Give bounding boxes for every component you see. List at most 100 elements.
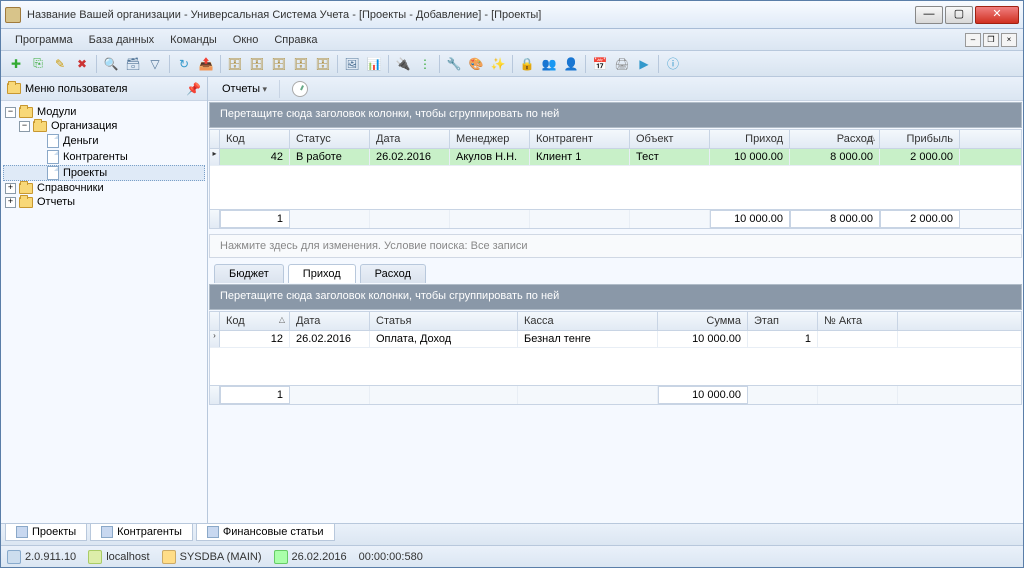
menubar: Программа База данных Команды Окно Справ… (1, 29, 1023, 51)
tool-users[interactable]: 👥 (539, 54, 559, 74)
menu-window[interactable]: Окно (225, 32, 267, 48)
tool-db5[interactable]: 🗄 (313, 54, 333, 74)
tree-reports[interactable]: + Отчеты (3, 195, 205, 209)
expand-icon[interactable]: + (5, 197, 16, 208)
status-user: SYSDBA (MAIN) (180, 551, 262, 563)
row-indicator: ▸ (210, 149, 220, 165)
tool-refresh[interactable]: ↻ (174, 54, 194, 74)
close-button[interactable]: ✕ (975, 6, 1019, 24)
col-object[interactable]: Объект (630, 130, 710, 148)
doc-tab-contractors[interactable]: Контрагенты (90, 524, 193, 541)
tree-organization[interactable]: − Организация (3, 119, 205, 133)
tree-projects[interactable]: Проекты (3, 165, 205, 181)
col-expense[interactable]: Расход△ (790, 130, 880, 148)
grid-body-scroll[interactable]: ▸ 42 В работе 26.02.2016 Акулов Н.Н. Кли… (210, 149, 1021, 209)
tool-info[interactable]: ⓘ (663, 54, 683, 74)
tab-expense[interactable]: Расход (360, 264, 426, 283)
detail-tabs: Бюджет Приход Расход (208, 258, 1023, 283)
dcol-kassa[interactable]: Касса (518, 312, 658, 330)
group-by-hint-lower[interactable]: Перетащите сюда заголовок колонки, чтобы… (209, 284, 1022, 310)
tool-export1[interactable]: 📤 (196, 54, 216, 74)
dcol-sum[interactable]: Сумма (658, 312, 748, 330)
tab-income[interactable]: Приход (288, 264, 356, 283)
dcol-date[interactable]: Дата (290, 312, 370, 330)
maximize-button[interactable]: ▢ (945, 6, 973, 24)
expand-icon[interactable]: + (5, 183, 16, 194)
doc-tab-projects[interactable]: Проекты (5, 524, 87, 541)
tool-play[interactable]: ▶ (634, 54, 654, 74)
tool-filter-db[interactable]: 🗃 (123, 54, 143, 74)
col-date[interactable]: Дата (370, 130, 450, 148)
tool-chart[interactable]: 📊 (364, 54, 384, 74)
dcol-kod[interactable]: Код△ (220, 312, 290, 330)
col-status[interactable]: Статус (290, 130, 370, 148)
menu-commands[interactable]: Команды (162, 32, 225, 48)
pin-icon[interactable]: 📌 (186, 82, 201, 96)
tool-palette[interactable]: 🎨 (466, 54, 486, 74)
detail-grid: Код△ Дата Статья Касса Сумма Этап № Акта… (209, 311, 1022, 405)
folder-open-icon (33, 121, 47, 132)
tool-calendar[interactable]: 📅 (590, 54, 610, 74)
tool-tree[interactable]: ⋮ (415, 54, 435, 74)
tool-wand[interactable]: ✨ (488, 54, 508, 74)
tool-edit[interactable]: ✎ (50, 54, 70, 74)
col-income[interactable]: Приход (710, 130, 790, 148)
reports-bar: Отчеты (208, 77, 1023, 101)
tool-db1[interactable]: 🗄 (225, 54, 245, 74)
server-icon (88, 550, 102, 564)
tree-contractors[interactable]: Контрагенты (3, 149, 205, 165)
mdi-restore[interactable]: ❐ (983, 33, 999, 47)
collapse-icon[interactable]: − (19, 121, 30, 132)
nav-tree: − Модули − Организация Деньги (1, 101, 207, 213)
tree-money[interactable]: Деньги (3, 133, 205, 149)
tool-add[interactable]: ✚ (6, 54, 26, 74)
tab-budget[interactable]: Бюджет (214, 264, 284, 283)
tool-delete[interactable]: ✖ (72, 54, 92, 74)
tool-image[interactable]: 🖼 (342, 54, 362, 74)
tool-funnel[interactable]: ▽ (145, 54, 165, 74)
mdi-close[interactable]: × (1001, 33, 1017, 47)
collapse-icon[interactable]: − (5, 107, 16, 118)
col-profit[interactable]: Прибыль (880, 130, 960, 148)
tool-print[interactable]: 🖨 (612, 54, 632, 74)
detail-grid-scroll[interactable]: › 12 26.02.2016 Оплата, Доход Безнал тен… (210, 331, 1021, 385)
dcol-stage[interactable]: Этап (748, 312, 818, 330)
statusbar: 2.0.911.10 localhost SYSDBA (MAIN) 26.02… (1, 545, 1023, 567)
reports-dropdown[interactable]: Отчеты (214, 81, 275, 97)
mdi-minimize[interactable]: – (965, 33, 981, 47)
dcol-article[interactable]: Статья (370, 312, 518, 330)
menu-help[interactable]: Справка (266, 32, 325, 48)
filter-condition[interactable]: Нажмите здесь для изменения. Условие пои… (209, 234, 1022, 258)
tool-lock[interactable]: 🔒 (517, 54, 537, 74)
col-manager[interactable]: Менеджер (450, 130, 530, 148)
tool-user[interactable]: 👤 (561, 54, 581, 74)
table-row[interactable]: › 12 26.02.2016 Оплата, Доход Безнал тен… (210, 331, 1021, 348)
tool-db3[interactable]: 🗄 (269, 54, 289, 74)
tree-modules[interactable]: − Модули (3, 105, 205, 119)
status-version: 2.0.911.10 (25, 551, 76, 563)
minimize-button[interactable]: — (915, 6, 943, 24)
page-icon (47, 134, 59, 148)
table-row[interactable]: ▸ 42 В работе 26.02.2016 Акулов Н.Н. Кли… (210, 149, 1021, 166)
tree-refs[interactable]: + Справочники (3, 181, 205, 195)
menu-database[interactable]: База данных (81, 32, 163, 48)
col-kod[interactable]: Код (220, 130, 290, 148)
tool-wrench[interactable]: 🔧 (444, 54, 464, 74)
sort-asc-icon: △ (279, 315, 285, 324)
doc-tab-finance[interactable]: Финансовые статьи (196, 524, 335, 541)
tool-search[interactable]: 🔍 (101, 54, 121, 74)
tool-copy[interactable]: ⎘ (28, 54, 48, 74)
menu-program[interactable]: Программа (7, 32, 81, 48)
tool-plugin[interactable]: 🔌 (393, 54, 413, 74)
window-title: Название Вашей организации - Универсальн… (27, 9, 915, 21)
status-host: localhost (106, 551, 149, 563)
calendar-icon (274, 550, 288, 564)
grid-footer: 1 10 000.00 8 000.00 2 000.00 (210, 209, 1021, 228)
tool-db2[interactable]: 🗄 (247, 54, 267, 74)
dcol-act[interactable]: № Акта (818, 312, 898, 330)
clock-icon[interactable] (292, 81, 308, 97)
group-by-hint[interactable]: Перетащите сюда заголовок колонки, чтобы… (209, 102, 1022, 128)
col-contractor[interactable]: Контрагент (530, 130, 630, 148)
tool-db4[interactable]: 🗄 (291, 54, 311, 74)
version-icon (7, 550, 21, 564)
